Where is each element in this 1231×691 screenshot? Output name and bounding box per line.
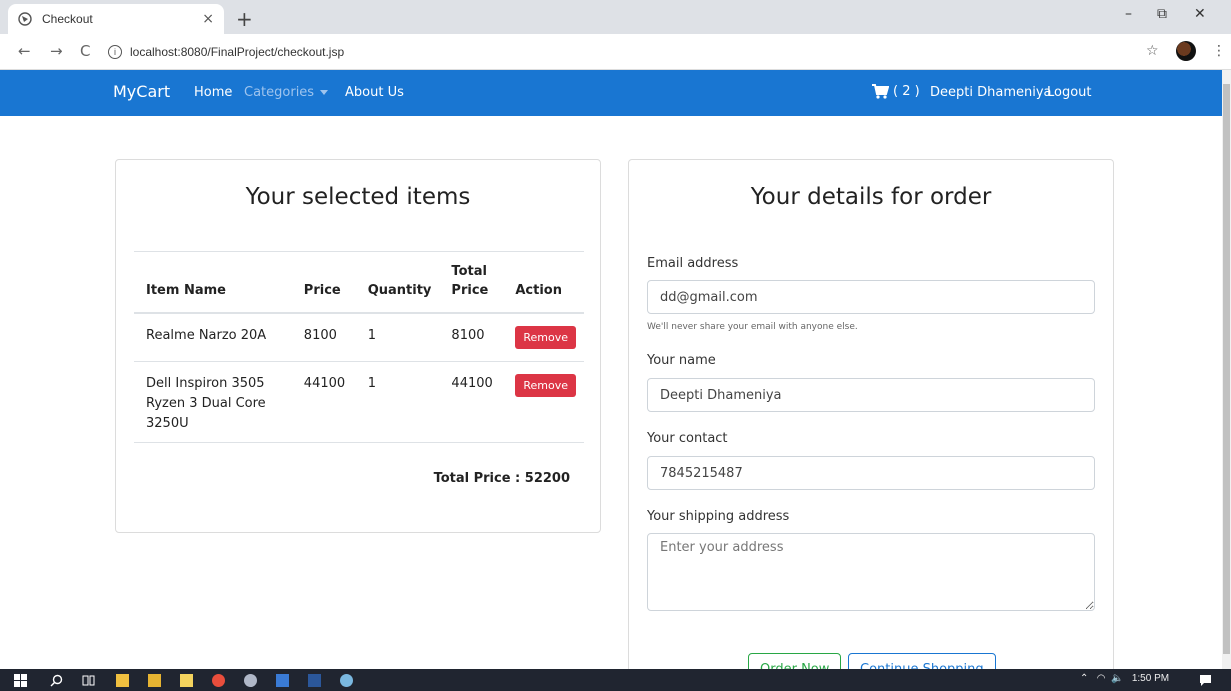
header-price: Price xyxy=(291,251,356,314)
forward-arrow-icon[interactable]: → xyxy=(50,42,63,60)
item-name: Realme Narzo 20A xyxy=(134,313,292,362)
globe-icon xyxy=(18,12,32,26)
contact-label: Your contact xyxy=(647,431,728,446)
header-action: Action xyxy=(503,251,584,314)
network-icon[interactable]: ◠ xyxy=(1097,673,1106,684)
cart-count: ( 2 ) xyxy=(893,84,920,99)
address-label: Your shipping address xyxy=(647,509,790,524)
nav-home[interactable]: Home xyxy=(194,85,232,100)
tab-close-icon[interactable]: × xyxy=(202,11,214,27)
selected-items-title: Your selected items xyxy=(245,184,471,210)
contact-field[interactable] xyxy=(647,456,1095,490)
nav-logout[interactable]: Logout xyxy=(1047,85,1092,100)
app-icon[interactable] xyxy=(276,674,289,687)
back-arrow-icon[interactable]: ← xyxy=(18,42,31,60)
new-tab-button[interactable]: + xyxy=(236,7,253,31)
email-field[interactable] xyxy=(647,280,1095,314)
notification-icon[interactable] xyxy=(1199,674,1212,687)
remove-button[interactable]: Remove xyxy=(515,326,576,349)
item-action: Remove xyxy=(503,313,584,362)
notepad-icon[interactable] xyxy=(180,674,193,687)
close-window-button[interactable]: ✕ xyxy=(1194,6,1206,22)
volume-icon[interactable]: 🔈 xyxy=(1111,673,1123,684)
cart-icon xyxy=(872,84,889,99)
tab-title: Checkout xyxy=(42,12,93,26)
email-label: Email address xyxy=(647,256,739,271)
bookmark-star-icon[interactable]: ☆ xyxy=(1146,43,1159,59)
scrollbar-thumb[interactable] xyxy=(1223,84,1230,654)
total-price: Total Price : 52200 xyxy=(433,471,570,486)
word-icon[interactable] xyxy=(308,674,321,687)
header-item-name: Item Name xyxy=(134,251,292,314)
address-bar[interactable]: i localhost:8080/FinalProject/checkout.j… xyxy=(108,39,1158,65)
file-explorer-icon[interactable] xyxy=(148,674,161,687)
item-total: 8100 xyxy=(439,313,504,362)
name-field[interactable] xyxy=(647,378,1095,412)
search-icon[interactable] xyxy=(50,674,63,687)
clock[interactable]: 1:50 PM xyxy=(1132,673,1169,684)
address-field[interactable] xyxy=(647,533,1095,611)
item-action: Remove xyxy=(503,361,584,443)
nav-user[interactable]: Deepti Dhameniya xyxy=(930,85,1052,100)
minimize-button[interactable]: – xyxy=(1125,6,1132,22)
caret-down-icon xyxy=(320,90,329,95)
chevron-up-icon[interactable]: ⌃ xyxy=(1080,673,1088,684)
email-help-text: We'll never share your email with anyone… xyxy=(647,322,858,332)
settings-icon[interactable] xyxy=(244,674,257,687)
browser-toolbar: ← → C i localhost:8080/FinalProject/chec… xyxy=(0,34,1231,70)
item-total: 44100 xyxy=(439,361,504,443)
windows-start-icon[interactable] xyxy=(14,674,27,687)
store-icon[interactable] xyxy=(116,674,129,687)
info-icon[interactable]: i xyxy=(108,45,122,59)
cart-link[interactable]: ( 2 ) xyxy=(872,84,920,99)
brand-link[interactable]: MyCart xyxy=(113,82,170,101)
header-total-price: Total Price xyxy=(439,251,504,314)
system-tray: ⌃ ◠ 🔈 1:50 PM xyxy=(1080,673,1169,684)
item-quantity: 1 xyxy=(355,313,440,362)
reload-icon[interactable]: C xyxy=(80,42,90,60)
chrome-icon[interactable] xyxy=(212,674,225,687)
remove-button[interactable]: Remove xyxy=(515,374,576,397)
items-table: Item Name Price Quantity Total Price Acti… xyxy=(134,251,584,443)
selected-items-card: Your selected items Item Name Price Quan… xyxy=(115,159,601,533)
item-price: 44100 xyxy=(291,361,356,443)
nav-categories-dropdown[interactable]: Categories xyxy=(244,85,329,100)
item-quantity: 1 xyxy=(355,361,440,443)
profile-avatar[interactable] xyxy=(1176,41,1196,61)
menu-dots-icon[interactable]: ⋮ xyxy=(1212,43,1226,59)
paint-icon[interactable] xyxy=(340,674,353,687)
table-row: Realme Narzo 20A 8100 1 8100 Remove xyxy=(134,313,584,362)
header-quantity: Quantity xyxy=(355,251,440,314)
item-name: Dell Inspiron 3505 Ryzen 3 Dual Core 325… xyxy=(134,361,292,443)
app-navbar: MyCart Home Categories About Us ( 2 ) De… xyxy=(0,70,1222,116)
browser-tabstrip: Checkout × + – ⧉ ✕ xyxy=(0,0,1231,34)
name-label: Your name xyxy=(647,353,716,368)
restore-button[interactable]: ⧉ xyxy=(1157,6,1167,22)
url-text: localhost:8080/FinalProject/checkout.jsp xyxy=(130,45,345,59)
nav-categories-label: Categories xyxy=(244,85,315,100)
table-row: Dell Inspiron 3505 Ryzen 3 Dual Core 325… xyxy=(134,361,584,443)
order-details-title: Your details for order xyxy=(750,184,992,210)
browser-tab[interactable]: Checkout × xyxy=(8,4,224,34)
nav-about[interactable]: About Us xyxy=(345,85,404,100)
table-header-row: Item Name Price Quantity Total Price Acti… xyxy=(134,251,584,314)
item-price: 8100 xyxy=(291,313,356,362)
task-view-icon[interactable] xyxy=(82,674,95,687)
windows-taskbar: ⌃ ◠ 🔈 1:50 PM xyxy=(0,669,1231,691)
order-details-card: Your details for order Email address We'… xyxy=(628,159,1114,686)
